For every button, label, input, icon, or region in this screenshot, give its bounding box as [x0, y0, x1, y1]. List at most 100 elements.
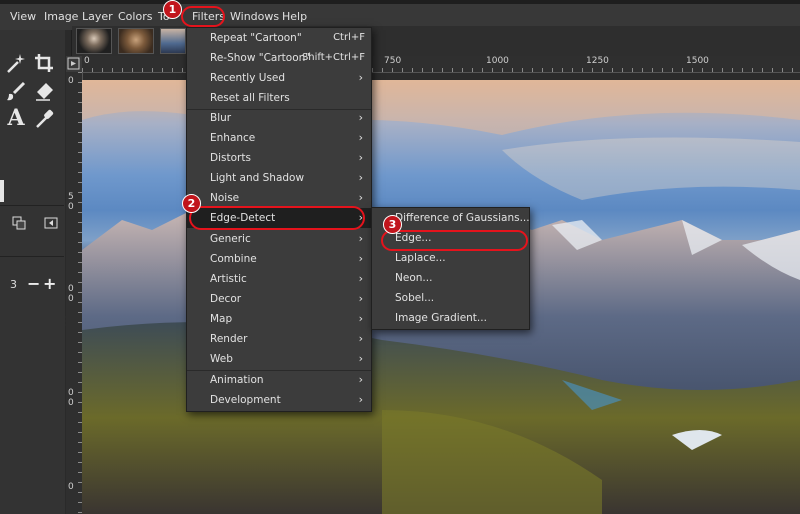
menu-item-blur[interactable]: Blur ›: [187, 108, 371, 128]
menu-item-label: Neon...: [395, 272, 433, 284]
ruler-label: 1250: [586, 56, 609, 66]
ruler-label: 1500: [686, 56, 709, 66]
menu-item-artistic[interactable]: Artistic ›: [187, 269, 371, 289]
menu-item-label: Blur: [210, 112, 232, 124]
crop-icon[interactable]: [32, 52, 56, 76]
menu-item-label: Sobel...: [395, 292, 435, 304]
submenu-arrow-icon: ›: [358, 71, 363, 84]
menu-item-label: Map: [210, 313, 233, 325]
menu-help[interactable]: Help: [282, 10, 307, 23]
menu-item-combine[interactable]: Combine ›: [187, 249, 371, 269]
menu-item-recently-used[interactable]: Recently Used ›: [187, 68, 371, 88]
ruler-label: 0: [68, 388, 74, 398]
submenu-arrow-icon: ›: [358, 111, 363, 124]
menu-item-label: Re-Show "Cartoon": [210, 52, 311, 64]
shortcut-label: Ctrl+F: [333, 32, 365, 43]
paintbrush-icon[interactable]: [4, 80, 28, 104]
menu-item-web[interactable]: Web ›: [187, 349, 371, 369]
menu-item-neon[interactable]: Neon...: [372, 268, 529, 288]
submenu-arrow-icon: ›: [358, 272, 363, 285]
ruler-label: 0: [68, 284, 74, 294]
menu-item-label: Reset all Filters: [210, 92, 290, 104]
ruler-label: 0: [68, 398, 74, 408]
step-badge-1: 1: [163, 0, 182, 19]
menu-item-animation[interactable]: Animation ›: [187, 370, 371, 390]
ruler-label: 0: [84, 56, 90, 66]
submenu-arrow-icon: ›: [358, 252, 363, 265]
submenu-arrow-icon: ›: [358, 191, 363, 204]
toolbox: A 3 − +: [0, 30, 66, 514]
submenu-arrow-icon: ›: [358, 312, 363, 325]
increase-icon[interactable]: +: [43, 274, 56, 293]
menu-item-label: Enhance: [210, 132, 256, 144]
menu-layer[interactable]: Layer: [82, 10, 113, 23]
menu-windows[interactable]: Windows: [230, 10, 279, 23]
menu-image[interactable]: Image: [44, 10, 78, 23]
step-badge-3: 3: [383, 215, 402, 234]
eraser-icon[interactable]: [32, 80, 56, 104]
highlight-ring-edge: [381, 230, 528, 251]
submenu-arrow-icon: ›: [358, 373, 363, 386]
menu-item-label: Repeat "Cartoon": [210, 32, 302, 44]
menu-item-label: Image Gradient...: [395, 312, 487, 324]
submenu-arrow-icon: ›: [358, 131, 363, 144]
menu-item-label: Artistic: [210, 273, 247, 285]
divider: [0, 205, 64, 206]
menu-item-label: Generic: [210, 233, 251, 245]
ruler-label: 5: [68, 192, 74, 202]
color-picker-icon[interactable]: [32, 108, 56, 132]
menu-item-reshow-cartoon[interactable]: Re-Show "Cartoon" Shift+Ctrl+F: [187, 48, 371, 68]
submenu-arrow-icon: ›: [358, 332, 363, 345]
submenu-arrow-icon: ›: [358, 352, 363, 365]
ruler-label: 0: [68, 76, 74, 86]
dock-arrow-icon[interactable]: [44, 216, 58, 230]
vertical-ruler: 0 5 0 0 0 0 0 0: [66, 72, 83, 514]
ruler-label: 0: [68, 482, 74, 492]
menu-item-label: Laplace...: [395, 252, 446, 264]
menu-item-enhance[interactable]: Enhance ›: [187, 128, 371, 148]
ruler-label: 0: [68, 294, 74, 304]
ruler-label: 0: [68, 202, 74, 212]
size-stepper-value[interactable]: 3: [10, 278, 17, 291]
divider: [0, 256, 64, 257]
menu-item-light-and-shadow[interactable]: Light and Shadow ›: [187, 168, 371, 188]
menu-item-laplace[interactable]: Laplace...: [372, 248, 529, 268]
menu-item-label: Decor: [210, 293, 242, 305]
fg-color-swatch[interactable]: [0, 180, 4, 202]
menu-view[interactable]: View: [10, 10, 36, 23]
ruler-label: 1000: [486, 56, 509, 66]
submenu-arrow-icon: ›: [358, 292, 363, 305]
menu-item-development[interactable]: Development ›: [187, 390, 371, 410]
decrease-icon[interactable]: −: [27, 274, 40, 293]
ruler-corner[interactable]: [66, 56, 82, 72]
layer-copy-icon[interactable]: [12, 216, 26, 230]
highlight-ring-filters: [181, 6, 225, 27]
shortcut-label: Shift+Ctrl+F: [301, 52, 365, 63]
menu-item-label: Development: [210, 394, 281, 406]
menu-item-label: Combine: [210, 253, 257, 265]
menu-item-label: Noise: [210, 192, 240, 204]
highlight-ring-edge-detect: [189, 206, 365, 230]
image-tabs: [72, 26, 800, 56]
text-tool-icon[interactable]: A: [4, 106, 28, 130]
menu-item-label: Recently Used: [210, 72, 286, 84]
menu-item-label: Animation: [210, 374, 264, 386]
step-badge-2: 2: [182, 194, 201, 213]
menu-colors[interactable]: Colors: [118, 10, 152, 23]
menu-item-reset-filters[interactable]: Reset all Filters: [187, 88, 371, 108]
menu-item-sobel[interactable]: Sobel...: [372, 288, 529, 308]
image-tab-landscape[interactable]: [160, 28, 186, 54]
menu-item-image-gradient[interactable]: Image Gradient...: [372, 308, 529, 328]
menu-item-repeat-cartoon[interactable]: Repeat "Cartoon" Ctrl+F: [187, 28, 371, 48]
menu-item-map[interactable]: Map ›: [187, 309, 371, 329]
fuzzy-select-icon[interactable]: [4, 52, 28, 76]
menu-item-distorts[interactable]: Distorts ›: [187, 148, 371, 168]
menu-item-decor[interactable]: Decor ›: [187, 289, 371, 309]
menu-item-render[interactable]: Render ›: [187, 329, 371, 349]
menu-item-label: Render: [210, 333, 248, 345]
image-tab-portrait[interactable]: [76, 28, 112, 54]
menu-item-noise[interactable]: Noise ›: [187, 188, 371, 208]
ruler-label: 750: [384, 56, 402, 66]
image-tab-photo[interactable]: [118, 28, 154, 54]
menu-item-generic[interactable]: Generic ›: [187, 229, 371, 249]
